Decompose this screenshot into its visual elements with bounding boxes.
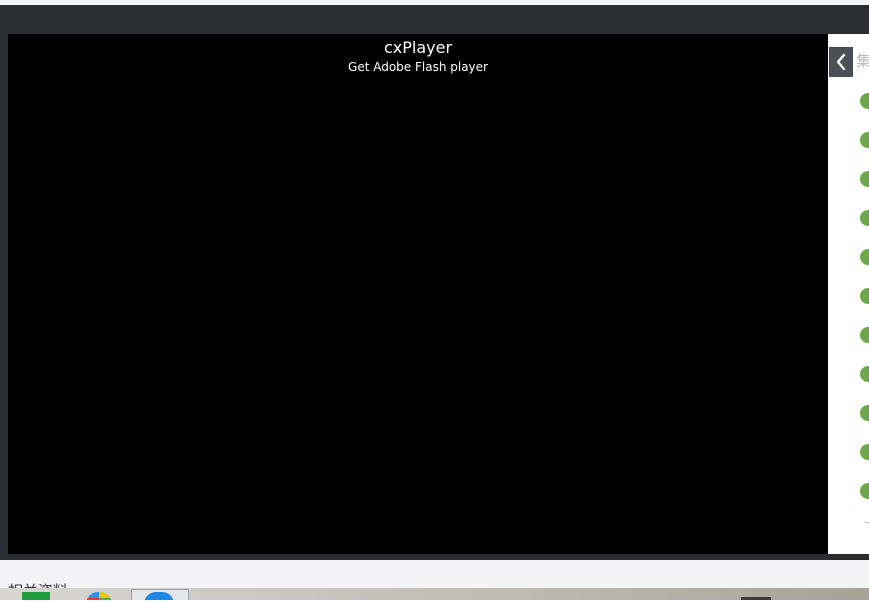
get-flash-player-link[interactable]: Get Adobe Flash player — [8, 60, 828, 74]
panel-divider — [865, 522, 869, 523]
chapter-status-dot[interactable] — [860, 405, 869, 421]
chapter-status-dot[interactable] — [860, 249, 869, 265]
chapter-status-dot[interactable] — [860, 483, 869, 499]
content-below-player: 相关资料 — [0, 560, 869, 600]
chapter-status-dot[interactable] — [860, 366, 869, 382]
chapter-status-dot[interactable] — [860, 444, 869, 460]
chapter-status-dot[interactable] — [860, 171, 869, 187]
header-band — [0, 5, 869, 34]
chapter-status-dot[interactable] — [860, 93, 869, 109]
chapter-status-dot[interactable] — [860, 210, 869, 226]
browser-taskbar-icon[interactable] — [86, 592, 112, 600]
side-panel-label: 集 — [856, 52, 869, 70]
chevron-left-icon — [836, 53, 846, 71]
chapter-status-dot[interactable] — [860, 288, 869, 304]
windows-taskbar — [0, 588, 869, 600]
chapter-side-panel: 集 — [828, 34, 869, 554]
chapter-status-dot[interactable] — [860, 132, 869, 148]
player-title: cxPlayer — [383, 38, 453, 57]
collapse-panel-button[interactable] — [829, 47, 853, 77]
video-player[interactable]: cxPlayer Get Adobe Flash player — [8, 34, 828, 554]
chapter-status-dot[interactable] — [860, 327, 869, 343]
wechat-taskbar-icon[interactable] — [22, 592, 50, 600]
